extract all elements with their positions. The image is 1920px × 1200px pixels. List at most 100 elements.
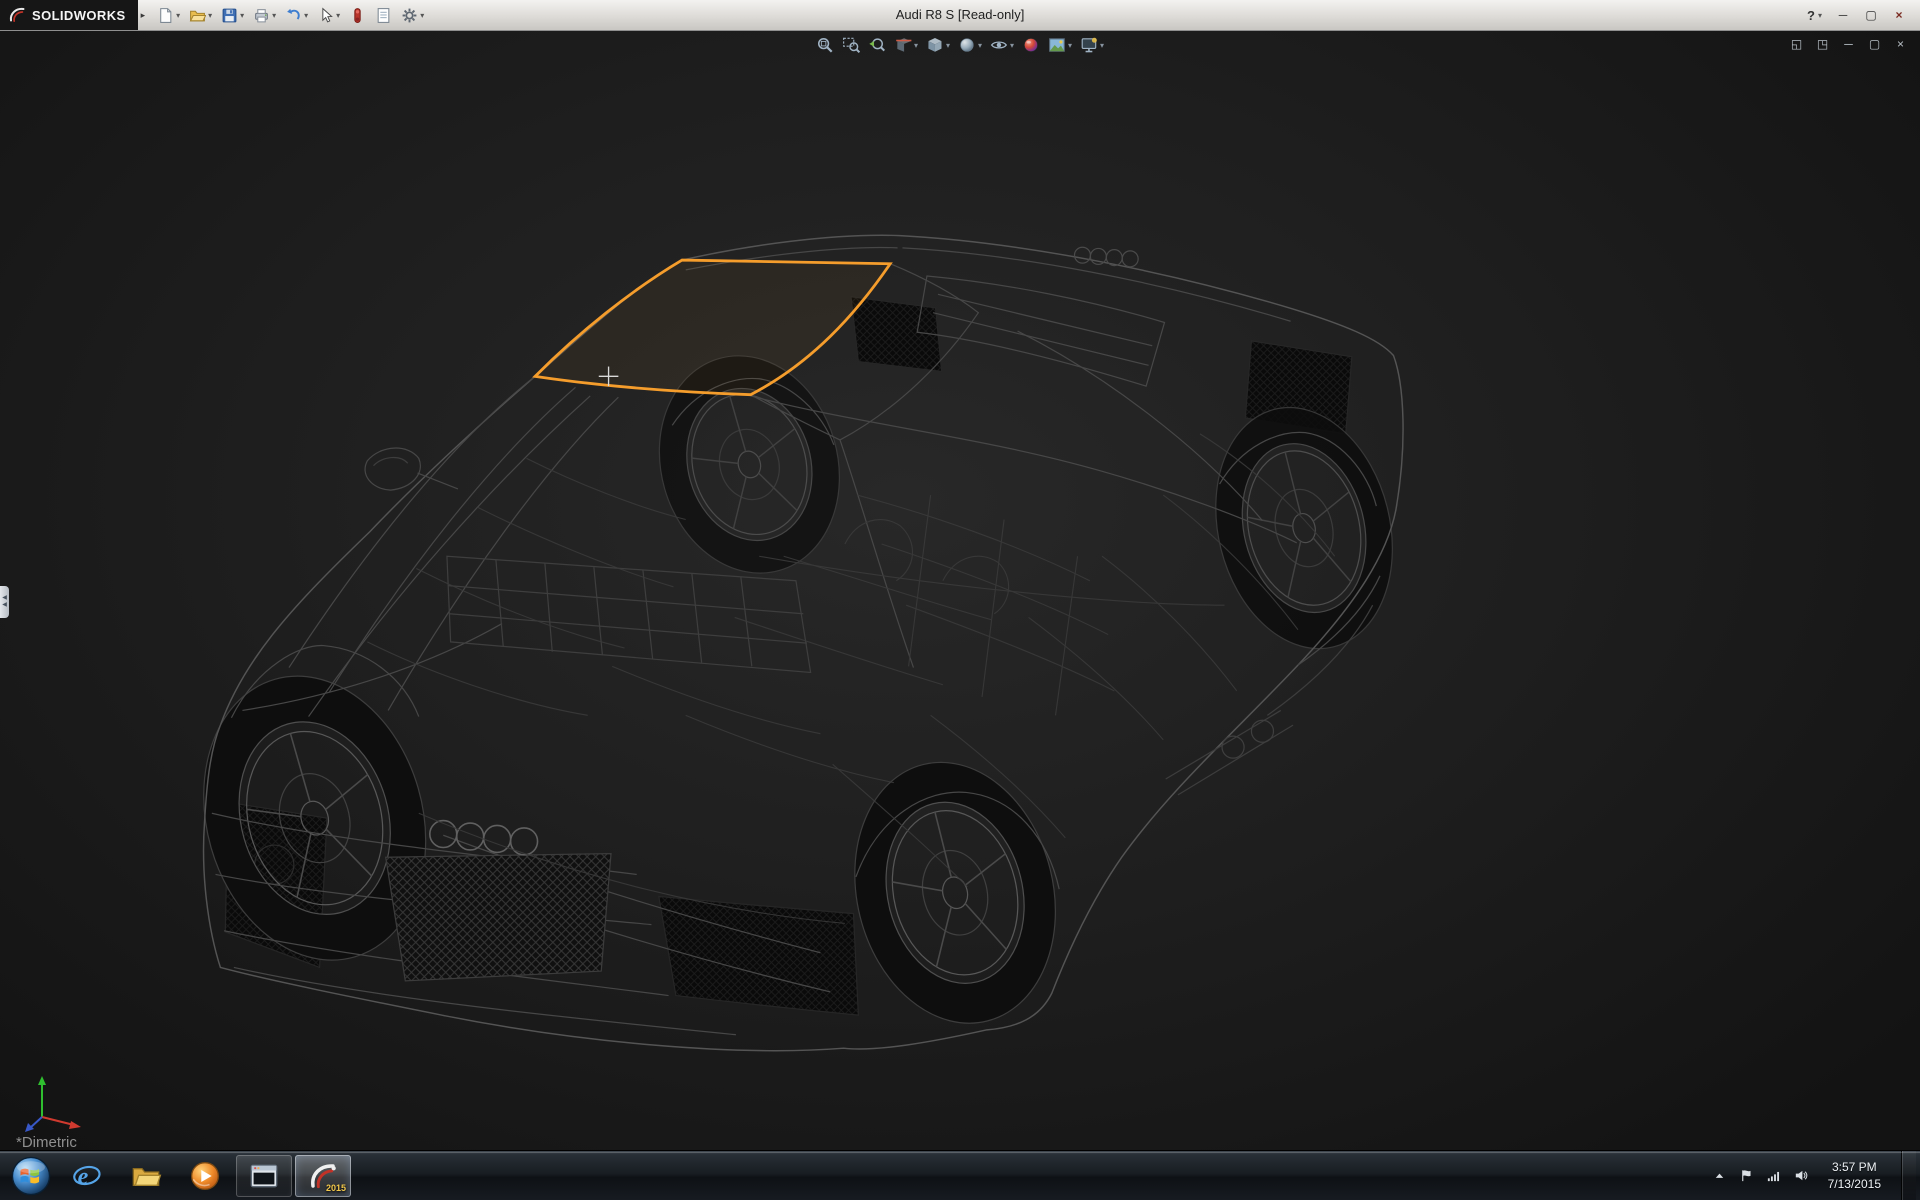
- displaystyle-icon: [958, 36, 976, 54]
- headsup-display-style[interactable]: ▾: [956, 34, 984, 56]
- hideshow-icon: [990, 36, 1008, 54]
- titlebar-minimize[interactable]: ─: [1832, 5, 1854, 25]
- toolbar-select[interactable]: ▾: [314, 5, 343, 26]
- dropdown-caret-icon[interactable]: ▾: [978, 41, 982, 50]
- reference-triad: [22, 1071, 92, 1133]
- volume-icon: [1793, 1168, 1808, 1183]
- new-icon: [157, 7, 174, 24]
- dropdown-caret-icon[interactable]: ▾: [272, 11, 276, 20]
- graphics-viewport[interactable]: ▾▾▾▾▾▾ ◱◳─▢× ◀ ◀ *Dimetric: [0, 30, 1920, 1151]
- toolbar-new[interactable]: ▾: [154, 5, 183, 26]
- flag-icon: [1739, 1168, 1754, 1183]
- doc-close[interactable]: ×: [1893, 37, 1908, 51]
- titlebar: SOLIDWORKS ▸ ▾▾▾▾▾▾▾ Audi R8 S [Read-onl…: [0, 0, 1920, 31]
- headsup-previous-view[interactable]: [866, 34, 888, 56]
- dropdown-caret-icon[interactable]: ▾: [420, 11, 424, 20]
- start-icon: [10, 1155, 52, 1197]
- taskbar-command-window[interactable]: [236, 1155, 292, 1197]
- collapse-arrow-icon: ◀: [2, 595, 7, 602]
- toolbar-rebuild[interactable]: [346, 5, 369, 26]
- titlebar-maximize[interactable]: ▢: [1860, 5, 1882, 25]
- headsup-zoom-to-area[interactable]: [840, 34, 862, 56]
- panel-splitter-handle[interactable]: ◀ ◀: [0, 586, 9, 618]
- select-icon: [317, 7, 334, 24]
- dropdown-caret-icon[interactable]: ▾: [176, 11, 180, 20]
- tray-action-center[interactable]: [1739, 1168, 1754, 1183]
- brand-text: SOLIDWORKS: [32, 8, 126, 23]
- dropdown-caret-icon[interactable]: ▾: [304, 11, 308, 20]
- toolbar-print[interactable]: ▾: [250, 5, 279, 26]
- solidworks-brand: SOLIDWORKS: [0, 0, 138, 30]
- dropdown-caret-icon[interactable]: ▾: [336, 11, 340, 20]
- vieworient-icon: [926, 36, 944, 54]
- dropdown-caret-icon[interactable]: ▾: [1068, 41, 1072, 50]
- headsup-hide-show-items[interactable]: ▾: [988, 34, 1016, 56]
- toolbar-open[interactable]: ▾: [186, 5, 215, 26]
- viewsettings-icon: [1080, 36, 1098, 54]
- taskbar-solidworks-2015[interactable]: 2015: [295, 1155, 351, 1197]
- toolbar-options[interactable]: ▾: [398, 5, 427, 26]
- car-wireframe[interactable]: [171, 235, 1417, 1050]
- solidworks-logo-icon: [8, 6, 26, 24]
- doc-minimize[interactable]: ─: [1841, 37, 1856, 51]
- titlebar-close[interactable]: ×: [1888, 5, 1910, 25]
- folder24-icon: [130, 1160, 162, 1192]
- headsup-section-view[interactable]: ▾: [892, 34, 920, 56]
- wmp-icon: [189, 1160, 221, 1192]
- dropdown-caret-icon[interactable]: ▾: [1100, 41, 1104, 50]
- doc-pane-left[interactable]: ◱: [1789, 37, 1804, 51]
- selected-face[interactable]: [535, 260, 890, 395]
- toolbar-undo[interactable]: ▾: [282, 5, 311, 26]
- dropdown-caret-icon[interactable]: ▾: [208, 11, 212, 20]
- zoomarea-icon: [842, 36, 860, 54]
- taskbar: 2015 3:57 PM 7/13/2015: [0, 1150, 1920, 1200]
- model-canvas[interactable]: [0, 30, 1920, 1151]
- sheet-icon: [375, 7, 392, 24]
- cmdwin-icon: [248, 1160, 280, 1192]
- taskbar-clock[interactable]: 3:57 PM 7/13/2015: [1820, 1159, 1889, 1191]
- show-desktop-button[interactable]: [1901, 1151, 1916, 1200]
- doc-pane-right[interactable]: ◳: [1815, 37, 1830, 51]
- taskbar-internet-explorer[interactable]: [59, 1155, 115, 1197]
- tray-show-hidden-icons[interactable]: [1712, 1168, 1727, 1183]
- zoomfit-icon: [816, 36, 834, 54]
- dropdown-caret-icon[interactable]: ▾: [1010, 41, 1014, 50]
- tray-network[interactable]: [1766, 1168, 1781, 1183]
- toolbar-save[interactable]: ▾: [218, 5, 247, 26]
- wheel-rear-left: [828, 741, 1082, 1045]
- network-icon: [1766, 1168, 1781, 1183]
- toolbar-file-properties[interactable]: [372, 5, 395, 26]
- open-icon: [189, 7, 206, 24]
- help-caret-icon: ▾: [1818, 11, 1822, 20]
- section-icon: [894, 36, 912, 54]
- help-menu[interactable]: ? ▾: [1807, 8, 1822, 23]
- tray-volume[interactable]: [1793, 1168, 1808, 1183]
- taskbar-file-explorer[interactable]: [118, 1155, 174, 1197]
- headsup-view-orientation[interactable]: ▾: [924, 34, 952, 56]
- clock-date: 7/13/2015: [1828, 1176, 1881, 1192]
- rebuild-icon: [349, 7, 366, 24]
- wheel-rear-right: [1191, 389, 1417, 668]
- headsup-zoom-to-fit[interactable]: [814, 34, 836, 56]
- dropdown-caret-icon[interactable]: ▾: [240, 11, 244, 20]
- scene-icon: [1048, 36, 1066, 54]
- dropdown-caret-icon[interactable]: ▾: [914, 41, 918, 50]
- headsup-view-settings[interactable]: ▾: [1078, 34, 1106, 56]
- headsup-edit-appearance[interactable]: [1020, 34, 1042, 56]
- taskbar-start[interactable]: [6, 1155, 56, 1197]
- doc-restore[interactable]: ▢: [1867, 37, 1882, 51]
- dropdown-caret-icon[interactable]: ▾: [946, 41, 950, 50]
- heads-up-toolbar: ▾ ▾ ▾ ▾ ▾ ▾: [814, 34, 1106, 56]
- print-icon: [253, 7, 270, 24]
- help-label: ?: [1807, 8, 1815, 23]
- menu-expand-icon[interactable]: ▸: [141, 10, 146, 21]
- undo-icon: [285, 7, 302, 24]
- taskbar-media-player[interactable]: [177, 1155, 233, 1197]
- clock-time: 3:57 PM: [1828, 1159, 1881, 1175]
- taskbar-items: 2015: [0, 1151, 351, 1200]
- options-icon: [401, 7, 418, 24]
- prevview-icon: [868, 36, 886, 54]
- headsup-apply-scene[interactable]: ▾: [1046, 34, 1074, 56]
- standard-toolbar: ▾ ▾ ▾ ▾ ▾ ▾ ▾: [150, 5, 427, 26]
- appearance-icon: [1022, 36, 1040, 54]
